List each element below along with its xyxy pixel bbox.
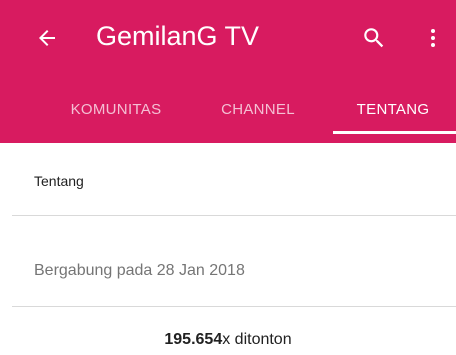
about-heading: Tentang: [34, 173, 84, 189]
tab-channel[interactable]: CHANNEL: [200, 76, 316, 143]
tab-indicator: [333, 131, 456, 134]
more-vertical-icon: [431, 29, 435, 47]
view-count-suffix: x ditonton: [222, 331, 292, 348]
arrow-left-icon: [39, 30, 55, 46]
about-heading-row: Tentang: [0, 143, 456, 216]
divider: [12, 306, 456, 307]
joined-date: Bergabung pada 28 Jan 2018: [34, 262, 245, 279]
view-count-number: 195.654: [164, 331, 223, 348]
channel-title: GemilanG TV: [96, 21, 260, 51]
app-bar: GemilanG TV T KOMUNITAS CHANNEL TENTANG: [0, 0, 456, 143]
more-options-button[interactable]: [418, 20, 448, 56]
view-count: 195.654x ditonton: [0, 331, 456, 349]
search-button[interactable]: [356, 20, 392, 56]
back-button[interactable]: [30, 20, 64, 56]
search-icon: [364, 28, 384, 48]
tab-komunitas[interactable]: KOMUNITAS: [46, 76, 186, 143]
toolbar: GemilanG TV: [0, 0, 456, 76]
joined-date-row: Bergabung pada 28 Jan 2018: [0, 216, 456, 306]
tab-partial[interactable]: T: [0, 76, 10, 143]
